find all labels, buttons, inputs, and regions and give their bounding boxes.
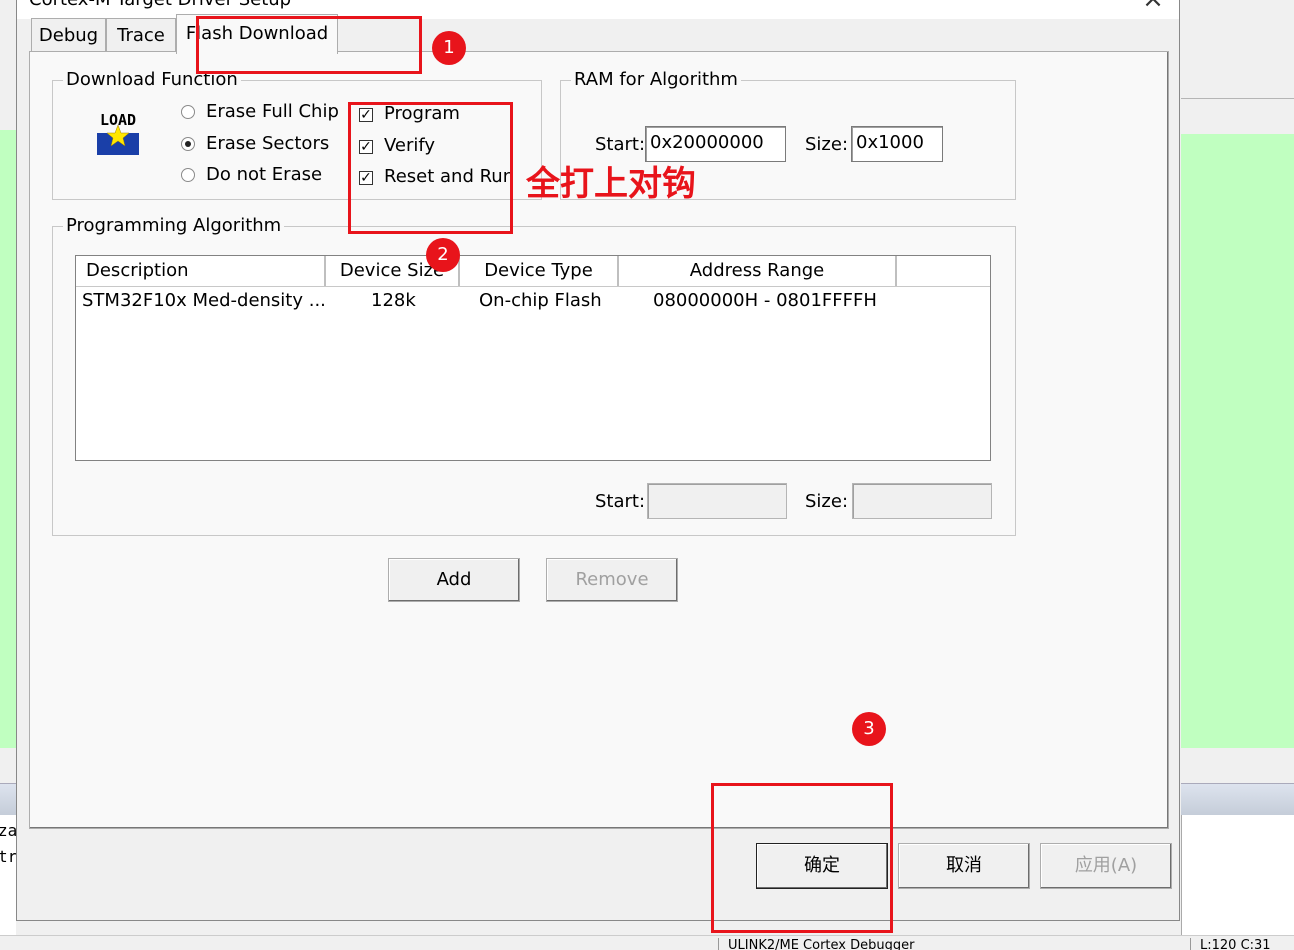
algorithm-list[interactable]: Description Device Size Device Type Addr… [75, 255, 991, 461]
status-separator [718, 938, 719, 950]
column-description[interactable]: Description [76, 256, 326, 286]
annotation-box-ok [711, 783, 893, 933]
output-line: za [0, 821, 18, 840]
target-driver-setup-dialog: Cortex-M Target Driver Setup × Debug Tra… [16, 0, 1180, 921]
ram-for-algorithm-title: RAM for Algorithm [571, 69, 741, 91]
programming-algorithm-group: Programming Algorithm Description Device… [52, 215, 1016, 536]
status-separator [1190, 938, 1191, 950]
ram-size-input[interactable]: 0x1000 [851, 126, 943, 162]
annotation-box-tab [196, 16, 422, 74]
background-editor-left [0, 130, 16, 748]
erase-sectors-label[interactable]: Erase Sectors [206, 133, 329, 155]
background-editor-right [1181, 134, 1294, 748]
algo-start-label: Start: [595, 491, 646, 512]
ram-size-label: Size: [805, 134, 849, 155]
ram-start-label: Start: [595, 134, 646, 155]
row-address-range: 08000000H - 0801FFFFH [653, 290, 877, 311]
column-device-type[interactable]: Device Type [460, 256, 619, 286]
add-button[interactable]: Add [388, 558, 520, 602]
background-build-pane [1181, 815, 1294, 935]
annotation-box-checkboxes [348, 102, 513, 234]
background-toolbar [0, 0, 16, 100]
output-line: tr [0, 847, 18, 866]
erase-full-chip-label[interactable]: Erase Full Chip [206, 101, 339, 123]
list-header: Description Device Size Device Type Addr… [76, 256, 990, 287]
column-address-range[interactable]: Address Range [619, 256, 897, 286]
tab-debug[interactable]: Debug [31, 18, 106, 52]
algo-start-input[interactable] [647, 483, 787, 519]
remove-button[interactable]: Remove [546, 558, 678, 602]
annotation-marker: 3 [852, 712, 886, 746]
annotation-marker: 2 [426, 238, 460, 272]
do-not-erase-label[interactable]: Do not Erase [206, 164, 322, 186]
dialog-body: Debug Trace Download Function LOAD Erase… [17, 1, 1181, 922]
status-bar: ULINK2/ME Cortex Debugger L:120 C:31 [0, 935, 1294, 950]
annotation-note: 全打上对钩 [526, 164, 696, 204]
apply-button[interactable]: 应用(A) [1040, 843, 1172, 889]
background-scrollbar-left[interactable] [0, 783, 16, 816]
background-scrollbar-right[interactable] [1181, 783, 1294, 816]
do-not-erase-radio[interactable] [181, 168, 195, 182]
algo-size-label: Size: [805, 491, 849, 512]
status-debugger: ULINK2/ME Cortex Debugger [728, 938, 915, 950]
table-row[interactable]: STM32F10x Med-density ... 128k On-chip F… [76, 288, 990, 314]
row-device-size: 128k [371, 290, 416, 311]
background-tab-strip [1181, 98, 1294, 135]
programming-algorithm-title: Programming Algorithm [63, 215, 285, 237]
cancel-button[interactable]: 取消 [898, 843, 1030, 889]
row-device-type: On-chip Flash [479, 290, 602, 311]
background-output-pane: za tr [0, 815, 18, 935]
load-icon: LOAD [97, 111, 139, 155]
load-icon-text: LOAD [100, 111, 136, 129]
erase-sectors-radio[interactable] [181, 137, 195, 151]
tab-trace[interactable]: Trace [106, 18, 176, 52]
status-cursor-position: L:120 C:31 [1200, 938, 1271, 950]
annotation-marker: 1 [432, 31, 466, 65]
algo-size-input[interactable] [852, 483, 992, 519]
row-description: STM32F10x Med-density ... [82, 290, 326, 311]
erase-full-chip-radio[interactable] [181, 105, 195, 119]
column-empty [897, 256, 990, 286]
